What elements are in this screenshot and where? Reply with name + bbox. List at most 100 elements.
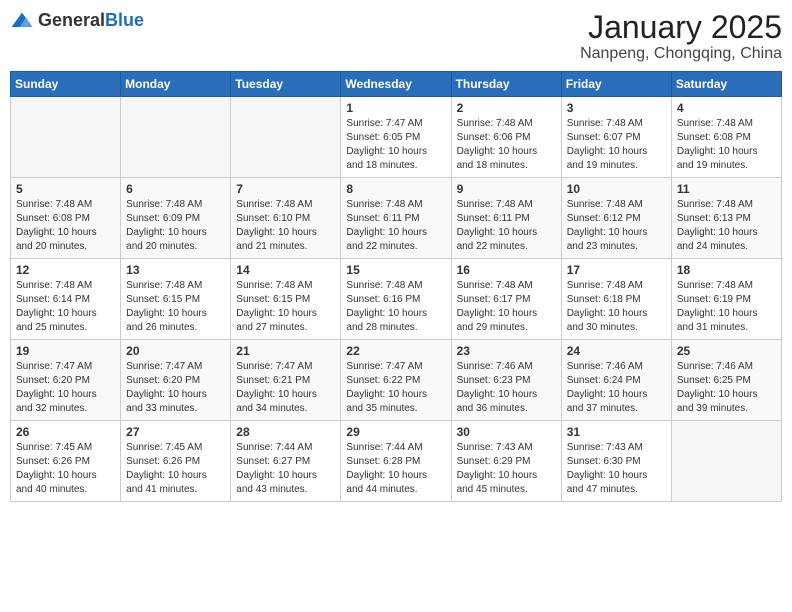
day-number: 21 [236, 344, 335, 358]
header-thursday: Thursday [451, 72, 561, 97]
day-info: Sunrise: 7:48 AM Sunset: 6:12 PM Dayligh… [567, 198, 666, 254]
day-number: 11 [677, 182, 776, 196]
day-number: 22 [346, 344, 445, 358]
calendar-day-16: 16Sunrise: 7:48 AM Sunset: 6:17 PM Dayli… [451, 259, 561, 340]
day-info: Sunrise: 7:43 AM Sunset: 6:30 PM Dayligh… [567, 441, 666, 497]
day-info: Sunrise: 7:48 AM Sunset: 6:09 PM Dayligh… [126, 198, 225, 254]
day-info: Sunrise: 7:48 AM Sunset: 6:07 PM Dayligh… [567, 117, 666, 173]
day-info: Sunrise: 7:48 AM Sunset: 6:08 PM Dayligh… [677, 117, 776, 173]
calendar-day-9: 9 Sunrise: 7:48 AM Sunset: 6:11 PM Daylig… [451, 178, 561, 259]
calendar-day-10: 10 Sunrise: 7:48 AM Sunset: 6:12 PM Dayli… [561, 178, 671, 259]
calendar-day-1: 1 Sunrise: 7:47 AM Sunset: 6:05 PM Daylig… [341, 97, 451, 178]
day-number: 18 [677, 263, 776, 277]
calendar-day-19: 19Sunrise: 7:47 AM Sunset: 6:20 PM Dayli… [11, 340, 121, 421]
logo: GeneralBlue [10, 10, 144, 31]
day-info: Sunrise: 7:48 AM Sunset: 6:08 PM Dayligh… [16, 198, 115, 254]
calendar-day-13: 13 Sunrise: 7:48 AM Sunset: 6:15 PM Dayli… [121, 259, 231, 340]
header-sunday: Sunday [11, 72, 121, 97]
day-number: 23 [457, 344, 556, 358]
day-number: 8 [346, 182, 445, 196]
calendar-day-20: 20Sunrise: 7:47 AM Sunset: 6:20 PM Dayli… [121, 340, 231, 421]
calendar-day-2: 2 Sunrise: 7:48 AM Sunset: 6:06 PM Daylig… [451, 97, 561, 178]
day-number: 9 [457, 182, 556, 196]
day-info: Sunrise: 7:48 AM Sunset: 6:13 PM Dayligh… [677, 198, 776, 254]
calendar-day-6: 6 Sunrise: 7:48 AM Sunset: 6:09 PM Daylig… [121, 178, 231, 259]
calendar-week-row: 1 Sunrise: 7:47 AM Sunset: 6:05 PM Daylig… [11, 97, 782, 178]
calendar-day-12: 12Sunrise: 7:48 AM Sunset: 6:14 PM Dayli… [11, 259, 121, 340]
day-number: 13 [126, 263, 225, 277]
day-info: Sunrise: 7:48 AM Sunset: 6:16 PM Dayligh… [346, 279, 445, 335]
calendar-day-29: 29Sunrise: 7:44 AM Sunset: 6:28 PM Dayli… [341, 421, 451, 502]
calendar-day-26: 26 Sunrise: 7:45 AM Sunset: 6:26 PM Dayli… [11, 421, 121, 502]
calendar-week-row: 12Sunrise: 7:48 AM Sunset: 6:14 PM Dayli… [11, 259, 782, 340]
header-wednesday: Wednesday [341, 72, 451, 97]
calendar-week-row: 19 Sunrise: 7:47 AM Sunset: 6:20 PM Dayli… [11, 340, 782, 421]
calendar-day-11: 11 Sunrise: 7:48 AM Sunset: 6:13 PM Dayli… [671, 178, 781, 259]
month-year: January 2025 [580, 10, 782, 45]
day-info: Sunrise: 7:48 AM Sunset: 6:19 PM Dayligh… [677, 279, 776, 335]
day-info: Sunrise: 7:45 AM Sunset: 6:26 PM Dayligh… [126, 441, 225, 497]
day-number: 1 [346, 101, 445, 115]
day-number: 7 [236, 182, 335, 196]
calendar-day-empty [11, 97, 121, 178]
day-number: 28 [236, 425, 335, 439]
day-info: Sunrise: 7:48 AM Sunset: 6:06 PM Dayligh… [457, 117, 556, 173]
day-number: 10 [567, 182, 666, 196]
logo-icon [10, 11, 34, 31]
day-info: Sunrise: 7:48 AM Sunset: 6:17 PM Dayligh… [457, 279, 556, 335]
calendar-day-31: 31 Sunrise: 7:43 AM Sunset: 6:30 PM Dayli… [561, 421, 671, 502]
calendar-day-15: 15 Sunrise: 7:48 AM Sunset: 6:16 PM Dayli… [341, 259, 451, 340]
day-info: Sunrise: 7:47 AM Sunset: 6:05 PM Dayligh… [346, 117, 445, 173]
day-info: Sunrise: 7:45 AM Sunset: 6:26 PM Dayligh… [16, 441, 115, 497]
day-info: Sunrise: 7:48 AM Sunset: 6:15 PM Dayligh… [126, 279, 225, 335]
calendar-day-18: 18 Sunrise: 7:48 AM Sunset: 6:19 PM Dayli… [671, 259, 781, 340]
calendar-week-row: 5Sunrise: 7:48 AM Sunset: 6:08 PM Daylig… [11, 178, 782, 259]
calendar-header-row: SundayMondayTuesdayWednesdayThursdayFrid… [11, 72, 782, 97]
calendar-table: SundayMondayTuesdayWednesdayThursdayFrid… [10, 71, 782, 502]
day-info: Sunrise: 7:48 AM Sunset: 6:10 PM Dayligh… [236, 198, 335, 254]
day-number: 2 [457, 101, 556, 115]
header-friday: Friday [561, 72, 671, 97]
calendar-day-30: 30Sunrise: 7:43 AM Sunset: 6:29 PM Dayli… [451, 421, 561, 502]
calendar-day-4: 4 Sunrise: 7:48 AM Sunset: 6:08 PM Daylig… [671, 97, 781, 178]
calendar-day-28: 28Sunrise: 7:44 AM Sunset: 6:27 PM Dayli… [231, 421, 341, 502]
day-info: Sunrise: 7:47 AM Sunset: 6:22 PM Dayligh… [346, 360, 445, 416]
header-monday: Monday [121, 72, 231, 97]
calendar-day-8: 8Sunrise: 7:48 AM Sunset: 6:11 PM Daylig… [341, 178, 451, 259]
location: Nanpeng, Chongqing, China [580, 45, 782, 63]
day-info: Sunrise: 7:48 AM Sunset: 6:11 PM Dayligh… [457, 198, 556, 254]
calendar-day-empty [231, 97, 341, 178]
day-number: 31 [567, 425, 666, 439]
day-info: Sunrise: 7:48 AM Sunset: 6:18 PM Dayligh… [567, 279, 666, 335]
day-number: 27 [126, 425, 225, 439]
day-info: Sunrise: 7:47 AM Sunset: 6:21 PM Dayligh… [236, 360, 335, 416]
calendar-day-17: 17 Sunrise: 7:48 AM Sunset: 6:18 PM Dayli… [561, 259, 671, 340]
calendar-day-24: 24 Sunrise: 7:46 AM Sunset: 6:24 PM Dayli… [561, 340, 671, 421]
day-info: Sunrise: 7:47 AM Sunset: 6:20 PM Dayligh… [126, 360, 225, 416]
logo-general: General [38, 10, 105, 30]
day-number: 3 [567, 101, 666, 115]
day-info: Sunrise: 7:46 AM Sunset: 6:24 PM Dayligh… [567, 360, 666, 416]
calendar-day-14: 14Sunrise: 7:48 AM Sunset: 6:15 PM Dayli… [231, 259, 341, 340]
day-number: 4 [677, 101, 776, 115]
calendar-day-21: 21 Sunrise: 7:47 AM Sunset: 6:21 PM Dayli… [231, 340, 341, 421]
logo-blue: Blue [105, 10, 144, 30]
day-number: 17 [567, 263, 666, 277]
calendar-day-22: 22 Sunrise: 7:47 AM Sunset: 6:22 PM Dayli… [341, 340, 451, 421]
day-number: 19 [16, 344, 115, 358]
day-number: 30 [457, 425, 556, 439]
day-number: 26 [16, 425, 115, 439]
header-saturday: Saturday [671, 72, 781, 97]
day-number: 25 [677, 344, 776, 358]
calendar-day-empty [671, 421, 781, 502]
day-info: Sunrise: 7:46 AM Sunset: 6:23 PM Dayligh… [457, 360, 556, 416]
page-header: GeneralBlue January 2025 Nanpeng, Chongq… [10, 10, 782, 63]
day-number: 15 [346, 263, 445, 277]
calendar-day-7: 7 Sunrise: 7:48 AM Sunset: 6:10 PM Daylig… [231, 178, 341, 259]
day-number: 24 [567, 344, 666, 358]
day-number: 6 [126, 182, 225, 196]
calendar-day-empty [121, 97, 231, 178]
day-info: Sunrise: 7:48 AM Sunset: 6:15 PM Dayligh… [236, 279, 335, 335]
calendar-day-27: 27 Sunrise: 7:45 AM Sunset: 6:26 PM Dayli… [121, 421, 231, 502]
calendar-day-25: 25Sunrise: 7:46 AM Sunset: 6:25 PM Dayli… [671, 340, 781, 421]
